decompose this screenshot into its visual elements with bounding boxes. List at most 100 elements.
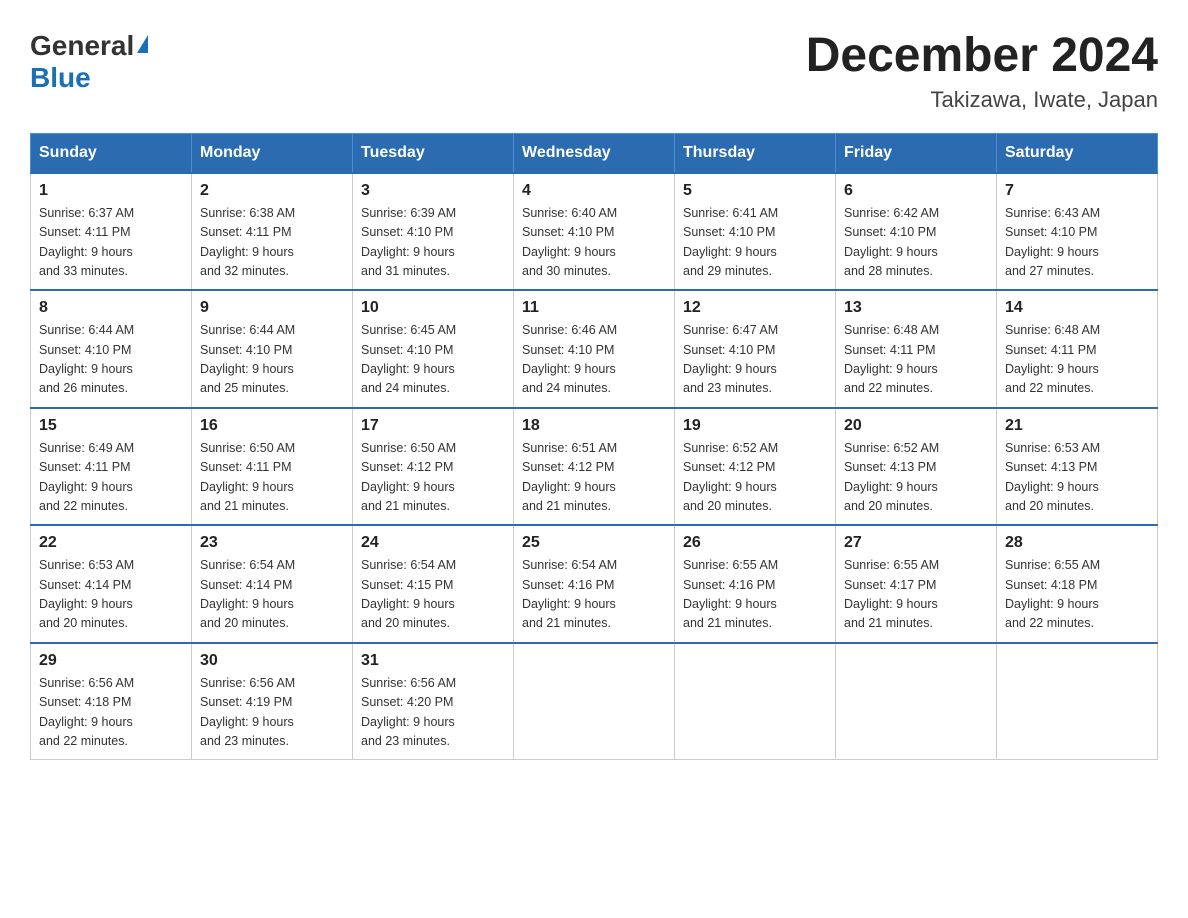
calendar-cell: 21 Sunrise: 6:53 AMSunset: 4:13 PMDaylig… <box>997 408 1158 526</box>
calendar-header-row: Sunday Monday Tuesday Wednesday Thursday… <box>31 133 1158 173</box>
day-info: Sunrise: 6:43 AMSunset: 4:10 PMDaylight:… <box>1005 206 1100 278</box>
day-info: Sunrise: 6:50 AMSunset: 4:11 PMDaylight:… <box>200 441 295 513</box>
logo-blue-text: Blue <box>30 62 91 94</box>
calendar-cell: 24 Sunrise: 6:54 AMSunset: 4:15 PMDaylig… <box>353 525 514 643</box>
calendar-cell: 3 Sunrise: 6:39 AMSunset: 4:10 PMDayligh… <box>353 173 514 291</box>
calendar-cell: 1 Sunrise: 6:37 AMSunset: 4:11 PMDayligh… <box>31 173 192 291</box>
day-number: 17 <box>361 417 505 435</box>
day-info: Sunrise: 6:42 AMSunset: 4:10 PMDaylight:… <box>844 206 939 278</box>
calendar-cell: 4 Sunrise: 6:40 AMSunset: 4:10 PMDayligh… <box>514 173 675 291</box>
day-number: 26 <box>683 534 827 552</box>
day-info: Sunrise: 6:46 AMSunset: 4:10 PMDaylight:… <box>522 323 617 395</box>
calendar-week-1: 1 Sunrise: 6:37 AMSunset: 4:11 PMDayligh… <box>31 173 1158 291</box>
calendar-cell: 18 Sunrise: 6:51 AMSunset: 4:12 PMDaylig… <box>514 408 675 526</box>
day-number: 20 <box>844 417 988 435</box>
calendar-cell: 19 Sunrise: 6:52 AMSunset: 4:12 PMDaylig… <box>675 408 836 526</box>
day-info: Sunrise: 6:37 AMSunset: 4:11 PMDaylight:… <box>39 206 134 278</box>
calendar-cell: 31 Sunrise: 6:56 AMSunset: 4:20 PMDaylig… <box>353 643 514 760</box>
day-number: 31 <box>361 652 505 670</box>
col-monday: Monday <box>192 133 353 173</box>
col-wednesday: Wednesday <box>514 133 675 173</box>
day-info: Sunrise: 6:41 AMSunset: 4:10 PMDaylight:… <box>683 206 778 278</box>
calendar-cell: 20 Sunrise: 6:52 AMSunset: 4:13 PMDaylig… <box>836 408 997 526</box>
col-sunday: Sunday <box>31 133 192 173</box>
logo: General Blue <box>30 30 148 94</box>
day-number: 16 <box>200 417 344 435</box>
calendar-cell <box>997 643 1158 760</box>
calendar-cell: 2 Sunrise: 6:38 AMSunset: 4:11 PMDayligh… <box>192 173 353 291</box>
calendar-cell: 13 Sunrise: 6:48 AMSunset: 4:11 PMDaylig… <box>836 290 997 408</box>
logo-general-text: General <box>30 30 134 62</box>
calendar-cell: 9 Sunrise: 6:44 AMSunset: 4:10 PMDayligh… <box>192 290 353 408</box>
day-info: Sunrise: 6:53 AMSunset: 4:13 PMDaylight:… <box>1005 441 1100 513</box>
day-info: Sunrise: 6:45 AMSunset: 4:10 PMDaylight:… <box>361 323 456 395</box>
calendar-cell: 6 Sunrise: 6:42 AMSunset: 4:10 PMDayligh… <box>836 173 997 291</box>
logo-triangle-icon <box>137 35 148 53</box>
day-info: Sunrise: 6:56 AMSunset: 4:18 PMDaylight:… <box>39 676 134 748</box>
page-header: General Blue December 2024 Takizawa, Iwa… <box>30 30 1158 113</box>
day-info: Sunrise: 6:52 AMSunset: 4:12 PMDaylight:… <box>683 441 778 513</box>
calendar-cell: 17 Sunrise: 6:50 AMSunset: 4:12 PMDaylig… <box>353 408 514 526</box>
day-number: 9 <box>200 299 344 317</box>
day-number: 6 <box>844 182 988 200</box>
day-info: Sunrise: 6:38 AMSunset: 4:11 PMDaylight:… <box>200 206 295 278</box>
day-number: 10 <box>361 299 505 317</box>
day-number: 27 <box>844 534 988 552</box>
day-number: 13 <box>844 299 988 317</box>
day-info: Sunrise: 6:39 AMSunset: 4:10 PMDaylight:… <box>361 206 456 278</box>
day-info: Sunrise: 6:40 AMSunset: 4:10 PMDaylight:… <box>522 206 617 278</box>
day-number: 19 <box>683 417 827 435</box>
day-info: Sunrise: 6:53 AMSunset: 4:14 PMDaylight:… <box>39 558 134 630</box>
col-thursday: Thursday <box>675 133 836 173</box>
calendar-week-3: 15 Sunrise: 6:49 AMSunset: 4:11 PMDaylig… <box>31 408 1158 526</box>
day-number: 14 <box>1005 299 1149 317</box>
calendar-cell: 26 Sunrise: 6:55 AMSunset: 4:16 PMDaylig… <box>675 525 836 643</box>
calendar-cell: 11 Sunrise: 6:46 AMSunset: 4:10 PMDaylig… <box>514 290 675 408</box>
location-subtitle: Takizawa, Iwate, Japan <box>806 87 1158 113</box>
day-number: 21 <box>1005 417 1149 435</box>
calendar-cell: 28 Sunrise: 6:55 AMSunset: 4:18 PMDaylig… <box>997 525 1158 643</box>
calendar-cell: 12 Sunrise: 6:47 AMSunset: 4:10 PMDaylig… <box>675 290 836 408</box>
day-info: Sunrise: 6:54 AMSunset: 4:16 PMDaylight:… <box>522 558 617 630</box>
day-number: 4 <box>522 182 666 200</box>
day-number: 18 <box>522 417 666 435</box>
calendar-cell: 29 Sunrise: 6:56 AMSunset: 4:18 PMDaylig… <box>31 643 192 760</box>
calendar-cell: 7 Sunrise: 6:43 AMSunset: 4:10 PMDayligh… <box>997 173 1158 291</box>
day-info: Sunrise: 6:55 AMSunset: 4:18 PMDaylight:… <box>1005 558 1100 630</box>
day-number: 12 <box>683 299 827 317</box>
day-number: 22 <box>39 534 183 552</box>
day-info: Sunrise: 6:54 AMSunset: 4:14 PMDaylight:… <box>200 558 295 630</box>
day-number: 23 <box>200 534 344 552</box>
calendar-cell: 8 Sunrise: 6:44 AMSunset: 4:10 PMDayligh… <box>31 290 192 408</box>
day-number: 28 <box>1005 534 1149 552</box>
calendar-table: Sunday Monday Tuesday Wednesday Thursday… <box>30 133 1158 761</box>
calendar-cell: 14 Sunrise: 6:48 AMSunset: 4:11 PMDaylig… <box>997 290 1158 408</box>
day-number: 25 <box>522 534 666 552</box>
calendar-cell: 10 Sunrise: 6:45 AMSunset: 4:10 PMDaylig… <box>353 290 514 408</box>
calendar-cell: 22 Sunrise: 6:53 AMSunset: 4:14 PMDaylig… <box>31 525 192 643</box>
day-number: 11 <box>522 299 666 317</box>
calendar-cell <box>675 643 836 760</box>
day-number: 7 <box>1005 182 1149 200</box>
day-info: Sunrise: 6:44 AMSunset: 4:10 PMDaylight:… <box>39 323 134 395</box>
calendar-cell: 23 Sunrise: 6:54 AMSunset: 4:14 PMDaylig… <box>192 525 353 643</box>
day-number: 15 <box>39 417 183 435</box>
day-number: 29 <box>39 652 183 670</box>
calendar-week-2: 8 Sunrise: 6:44 AMSunset: 4:10 PMDayligh… <box>31 290 1158 408</box>
col-friday: Friday <box>836 133 997 173</box>
day-number: 5 <box>683 182 827 200</box>
day-number: 24 <box>361 534 505 552</box>
day-info: Sunrise: 6:50 AMSunset: 4:12 PMDaylight:… <box>361 441 456 513</box>
day-info: Sunrise: 6:49 AMSunset: 4:11 PMDaylight:… <box>39 441 134 513</box>
day-info: Sunrise: 6:56 AMSunset: 4:20 PMDaylight:… <box>361 676 456 748</box>
day-info: Sunrise: 6:56 AMSunset: 4:19 PMDaylight:… <box>200 676 295 748</box>
day-info: Sunrise: 6:52 AMSunset: 4:13 PMDaylight:… <box>844 441 939 513</box>
day-info: Sunrise: 6:51 AMSunset: 4:12 PMDaylight:… <box>522 441 617 513</box>
day-info: Sunrise: 6:55 AMSunset: 4:16 PMDaylight:… <box>683 558 778 630</box>
calendar-cell: 5 Sunrise: 6:41 AMSunset: 4:10 PMDayligh… <box>675 173 836 291</box>
day-number: 2 <box>200 182 344 200</box>
calendar-cell: 16 Sunrise: 6:50 AMSunset: 4:11 PMDaylig… <box>192 408 353 526</box>
col-tuesday: Tuesday <box>353 133 514 173</box>
day-number: 1 <box>39 182 183 200</box>
calendar-cell: 15 Sunrise: 6:49 AMSunset: 4:11 PMDaylig… <box>31 408 192 526</box>
